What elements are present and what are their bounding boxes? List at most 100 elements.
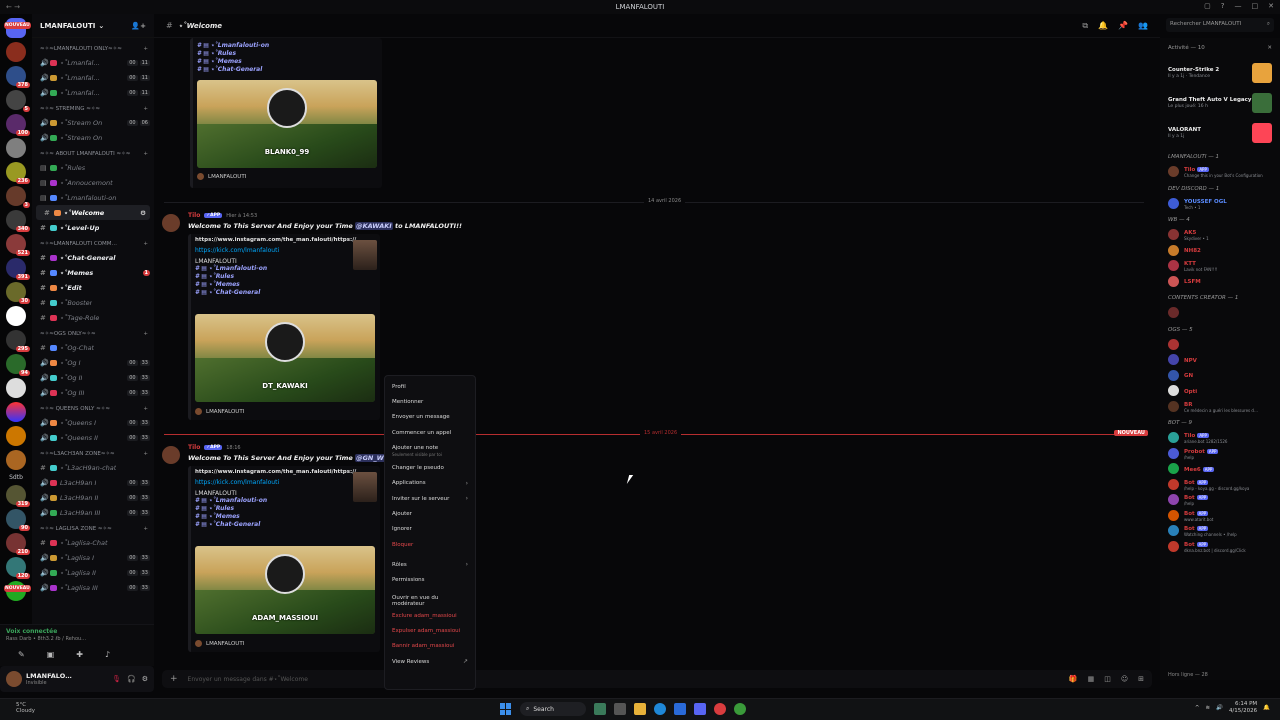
chrome-browser-icon[interactable] bbox=[714, 703, 726, 715]
edge-browser-icon[interactable] bbox=[654, 703, 666, 715]
help-icon[interactable]: ? bbox=[1221, 2, 1225, 10]
pin-icon[interactable]: 📌 bbox=[1118, 21, 1128, 31]
member-item[interactable]: GN bbox=[1160, 368, 1280, 384]
channel-item[interactable]: # ⋆˚Memes 1 bbox=[32, 265, 154, 280]
channel-item[interactable]: # ⋆˚L3acH9an-chat bbox=[32, 460, 154, 475]
menu-item-ban[interactable]: Bannir adam_massioui bbox=[388, 639, 472, 654]
channel-category[interactable]: ≈✧≈LMANFALOUTI COMM… + bbox=[32, 238, 154, 250]
menu-item-mention[interactable]: Mentionner bbox=[388, 394, 472, 409]
mute-icon[interactable]: 🎙 bbox=[112, 675, 121, 683]
channel-item[interactable]: 🔊 L3acH9an III 00 33 bbox=[32, 505, 154, 520]
channel-category[interactable]: ≈✧≈ LAGLISA ZONE ≈✧≈ + bbox=[32, 523, 154, 535]
menu-item-profile[interactable]: Profil bbox=[388, 379, 472, 394]
embed-banner-image[interactable]: BLANK0_99 bbox=[197, 80, 377, 168]
channel-item[interactable]: # ⋆˚Edit bbox=[32, 280, 154, 295]
menu-item-moderator-view[interactable]: Ouvrir en vue du modérateur bbox=[388, 593, 472, 608]
close-icon[interactable]: ✕ bbox=[1268, 2, 1274, 10]
activity-card[interactable]: VALORANT Il y a 1j bbox=[1160, 118, 1280, 148]
server-icon[interactable]: 5 bbox=[6, 90, 30, 112]
gift-icon[interactable]: 🎁 bbox=[1069, 675, 1078, 683]
channel-category[interactable]: ≈✧≈OGS ONLY≈✧≈ + bbox=[32, 328, 154, 340]
member-item[interactable]: LSFM bbox=[1160, 274, 1280, 290]
server-icon[interactable] bbox=[6, 42, 26, 62]
activity-card[interactable]: Grand Theft Auto V Legacy Le plus joué: 1… bbox=[1160, 88, 1280, 118]
avatar[interactable] bbox=[162, 446, 180, 464]
taskbar-search[interactable]: ⌕ Search bbox=[520, 702, 586, 716]
server-icon[interactable]: NOUVEAU bbox=[4, 581, 31, 601]
avatar[interactable] bbox=[6, 671, 22, 687]
close-icon[interactable]: ✕ bbox=[1267, 45, 1272, 51]
file-explorer-icon[interactable] bbox=[634, 703, 646, 715]
tray-chevron-icon[interactable]: ^ bbox=[1195, 705, 1200, 711]
channel-item[interactable]: 🔊 L3acH9an I 00 33 bbox=[32, 475, 154, 490]
menu-item-timeout[interactable]: Exclure adam_massioui bbox=[388, 608, 472, 623]
member-item[interactable]: Bot APP Watching channels • /help bbox=[1160, 523, 1280, 539]
threads-icon[interactable]: ⧉ bbox=[1082, 21, 1088, 31]
channel-category[interactable]: ≈✧≈LMANFALOUTI ONLY≈✧≈ + bbox=[32, 43, 154, 55]
server-header[interactable]: LMANFALOUTI ⌄ 👤+ bbox=[32, 14, 154, 38]
embed-banner-image[interactable]: DT_KAWAKI bbox=[195, 314, 375, 402]
settings-gear-icon[interactable]: ⚙ bbox=[142, 675, 148, 683]
server-icon[interactable]: 319 bbox=[6, 485, 30, 507]
gif-icon[interactable]: ▦ bbox=[1088, 675, 1095, 683]
store-icon[interactable] bbox=[674, 703, 686, 715]
user-mention[interactable]: @KAWAKI bbox=[355, 222, 393, 230]
message-author[interactable]: Tilo bbox=[188, 212, 200, 219]
task-view-icon[interactable] bbox=[614, 703, 626, 715]
activity-card[interactable]: Counter-Strike 2 Il y a 1j · Tendance bbox=[1160, 58, 1280, 88]
menu-item-send-message[interactable]: Envoyer un message bbox=[388, 410, 472, 425]
channel-category[interactable]: ≈✧≈ ABOUT LMANFALOUTI ≈✧≈ + bbox=[32, 148, 154, 160]
server-icon[interactable]: 3 bbox=[6, 186, 30, 208]
server-label[interactable]: Sdtb bbox=[0, 474, 32, 481]
message-composer[interactable]: + Envoyer un message dans #⋆˚Welcome 🎁 ▦… bbox=[162, 670, 1152, 688]
embed-banner-image[interactable]: ADAM_MASSIOUI bbox=[195, 546, 375, 634]
server-icon[interactable]: 236 bbox=[6, 162, 30, 184]
discord-app-icon[interactable] bbox=[694, 703, 706, 715]
server-icon[interactable]: 210 bbox=[6, 533, 30, 555]
channel-item[interactable]: 🔊 ⋆˚Queens II 00 33 bbox=[32, 430, 154, 445]
home-dm-button[interactable]: NOUVEAU bbox=[4, 18, 31, 38]
menu-item-kick[interactable]: Expulser adam_massioui bbox=[388, 623, 472, 638]
channel-item[interactable]: 🔊 ⋆˚Laglisa I 00 33 bbox=[32, 550, 154, 565]
channel-item[interactable]: ▤ ⋆˚Rules bbox=[32, 160, 154, 175]
channel-item[interactable]: 🔊 ⋆˚Lmanfal… 00 11 bbox=[32, 70, 154, 85]
server-icon[interactable]: 340 bbox=[6, 210, 30, 232]
member-item[interactable]: AK5 Skydiver • 1 bbox=[1160, 227, 1280, 243]
channel-item[interactable]: ▤ ⋆˚Lmanfalouti-on bbox=[32, 190, 154, 205]
inbox-icon[interactable]: ▢ bbox=[1204, 2, 1211, 10]
notifications-icon[interactable]: 🔔 bbox=[1263, 705, 1270, 711]
soundboard-icon[interactable]: ♪ bbox=[105, 650, 110, 659]
menu-item-apps[interactable]: Applications › bbox=[388, 476, 472, 491]
channel-item[interactable]: 🔊 ⋆˚Laglisa II 00 33 bbox=[32, 565, 154, 580]
channel-item[interactable]: # ⋆˚Welcome ⚙ bbox=[36, 205, 150, 220]
channel-item[interactable]: # ⋆˚Booster bbox=[32, 295, 154, 310]
add-channel-icon[interactable]: + bbox=[143, 406, 148, 412]
member-item[interactable]: KTT Lavik not FAN!!!! bbox=[1160, 258, 1280, 274]
taskbar-app-icon[interactable] bbox=[594, 703, 606, 715]
member-item[interactable]: Mee6 APP bbox=[1160, 461, 1280, 477]
member-item[interactable]: NPV bbox=[1160, 352, 1280, 368]
member-list-icon[interactable]: 👥 bbox=[1138, 21, 1148, 31]
emoji-icon[interactable]: ☺ bbox=[1121, 675, 1128, 683]
message-author[interactable]: Tilo bbox=[188, 444, 200, 451]
search-input[interactable]: Rechercher LMANFALOUTI ⌕ bbox=[1166, 18, 1274, 32]
notification-bell-icon[interactable]: 🔔 bbox=[1098, 21, 1108, 31]
add-channel-icon[interactable]: + bbox=[143, 451, 148, 457]
channel-category[interactable]: ≈✧≈ STREMING ≈✧≈ + bbox=[32, 103, 154, 115]
embed-thumbnail[interactable] bbox=[353, 472, 377, 502]
server-icon[interactable]: 295 bbox=[6, 330, 30, 352]
server-icon[interactable] bbox=[6, 402, 26, 422]
channel-item[interactable]: # ⋆˚Tage-Role bbox=[32, 310, 154, 325]
member-item[interactable]: Tilo APP ariane.bot 1282/1526 bbox=[1160, 430, 1280, 446]
attach-plus-icon[interactable]: + bbox=[170, 674, 178, 684]
add-channel-icon[interactable]: + bbox=[143, 331, 148, 337]
channel-item[interactable]: 🔊 ⋆˚Stream On 00 06 bbox=[32, 115, 154, 130]
back-arrow-icon[interactable]: ← → bbox=[6, 3, 20, 11]
embed-link[interactable]: https://kick.com/lmanfalouti bbox=[195, 247, 376, 254]
channel-item[interactable]: 🔊 ⋆˚Og III 00 33 bbox=[32, 385, 154, 400]
menu-item-invite[interactable]: Inviter sur le serveur › bbox=[388, 491, 472, 506]
deafen-icon[interactable]: 🎧 bbox=[127, 675, 136, 683]
menu-item-call[interactable]: Commencer un appel bbox=[388, 425, 472, 440]
member-item[interactable]: Probot APP/help bbox=[1160, 446, 1280, 462]
menu-item-add-friend[interactable]: Ajouter bbox=[388, 506, 472, 521]
